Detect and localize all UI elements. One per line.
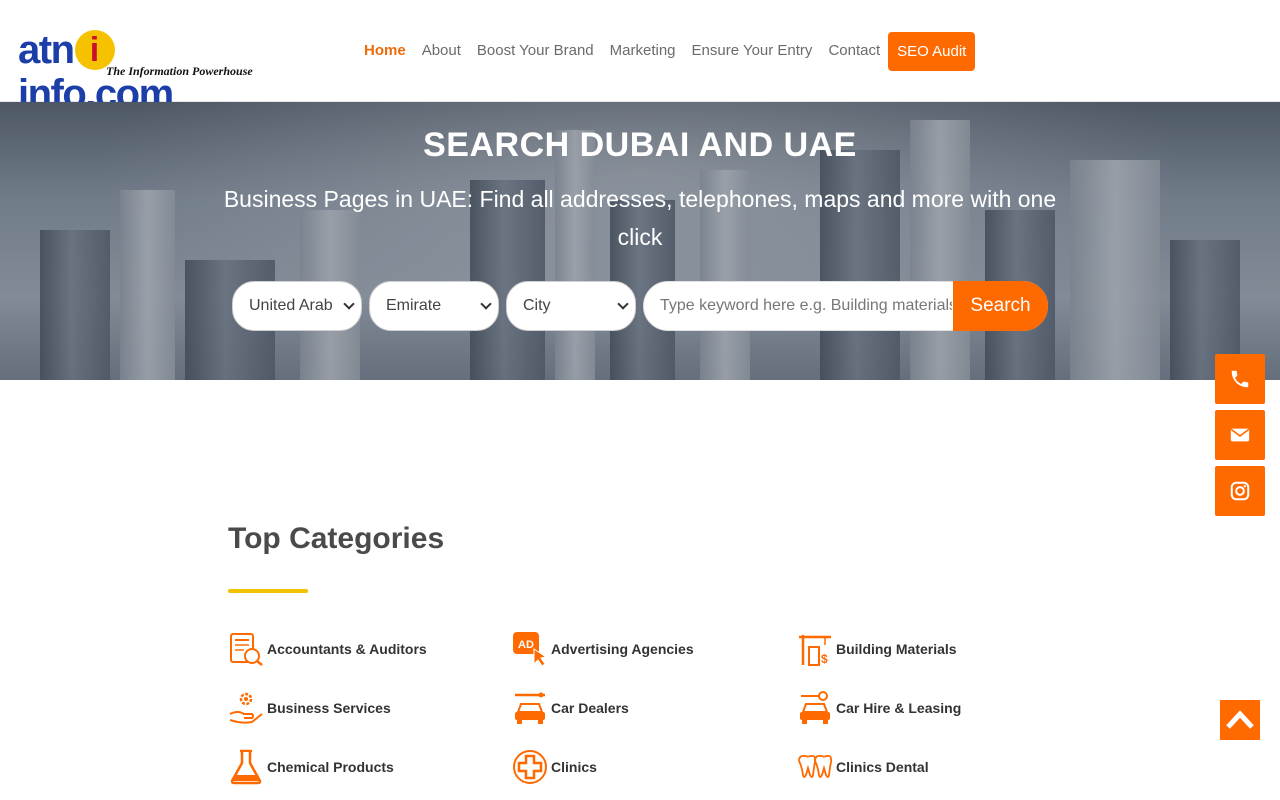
category-label: Clinics xyxy=(551,759,597,775)
car-key-icon xyxy=(800,691,830,724)
city-select[interactable]: City xyxy=(506,281,636,331)
logo-tagline: The Information Powerhouse xyxy=(106,64,253,78)
hero-banner: SEARCH DUBAI AND UAE Business Pages in U… xyxy=(0,102,1280,380)
car-icon xyxy=(515,692,545,724)
category-label: Car Dealers xyxy=(551,700,629,716)
instagram-button[interactable] xyxy=(1215,466,1265,516)
category-label: Building Materials xyxy=(836,641,957,657)
instagram-icon xyxy=(1230,481,1250,501)
call-button[interactable] xyxy=(1215,354,1265,404)
category-label: Car Hire & Leasing xyxy=(836,700,962,716)
flask-icon xyxy=(230,749,262,785)
category-chemical-products[interactable]: Chemical Products xyxy=(228,749,394,785)
svg-text:AD: AD xyxy=(518,639,534,651)
crane-icon: $ xyxy=(799,635,831,666)
category-label: Accountants & Auditors xyxy=(267,641,427,657)
nav-marketing[interactable]: Marketing xyxy=(602,31,684,71)
site-header: atn iinfo.com The Information Powerhouse … xyxy=(0,0,1280,116)
hero-title: SEARCH DUBAI AND UAE xyxy=(423,126,857,164)
category-accountants-auditors[interactable]: Accountants & Auditors xyxy=(228,631,427,667)
nav-ensure-your-entry[interactable]: Ensure Your Entry xyxy=(684,31,821,71)
nav-contact[interactable]: Contact xyxy=(820,31,888,71)
phone-icon xyxy=(1231,370,1249,388)
back-to-top-button[interactable] xyxy=(1220,700,1260,740)
country-select[interactable]: United Arab xyxy=(232,281,362,331)
email-icon xyxy=(1230,428,1250,442)
top-categories-heading: Top Categories xyxy=(228,522,445,555)
medical-cross-icon xyxy=(513,750,547,784)
nav-home[interactable]: Home xyxy=(356,31,414,71)
hand-gear-icon xyxy=(229,692,263,724)
accounting-icon xyxy=(230,633,263,666)
category-label: Business Services xyxy=(267,700,391,716)
nav-boost-your-brand[interactable]: Boost Your Brand xyxy=(469,31,602,71)
category-building-materials[interactable]: $ Building Materials xyxy=(797,631,957,667)
chevron-down-icon xyxy=(343,298,355,310)
search-placeholder: Type keyword here e.g. Building material… xyxy=(660,297,952,314)
chevron-down-icon xyxy=(617,298,629,310)
chevron-up-icon xyxy=(1226,710,1254,729)
seo-audit-button[interactable]: SEO Audit xyxy=(888,31,976,71)
site-logo[interactable]: atn iinfo.com The Information Powerhouse xyxy=(18,28,258,116)
category-clinics-dental[interactable]: Clinics Dental xyxy=(797,749,929,785)
svg-text:$: $ xyxy=(821,652,828,666)
category-car-dealers[interactable]: Car Dealers xyxy=(512,690,629,726)
chevron-down-icon xyxy=(480,298,492,310)
category-label: Chemical Products xyxy=(267,759,394,775)
category-car-hire-leasing[interactable]: Car Hire & Leasing xyxy=(797,690,961,726)
category-clinics[interactable]: Clinics xyxy=(512,749,597,785)
category-business-services[interactable]: Business Services xyxy=(228,690,391,726)
nav-about[interactable]: About xyxy=(414,31,469,71)
email-button[interactable] xyxy=(1215,410,1265,460)
hero-subtitle: Business Pages in UAE: Find all addresse… xyxy=(223,186,1057,250)
search-button[interactable]: Search xyxy=(953,281,1048,331)
category-advertising-agencies[interactable]: AD Advertising Agencies xyxy=(512,631,694,667)
category-label: Clinics Dental xyxy=(836,759,929,775)
category-label: Advertising Agencies xyxy=(551,641,694,657)
emirate-select[interactable]: Emirate xyxy=(369,281,499,331)
main-nav: Home About Boost Your Brand Marketing En… xyxy=(356,31,976,71)
tooth-icon xyxy=(798,754,833,778)
heading-underline xyxy=(228,589,308,593)
advertising-icon: AD xyxy=(513,632,548,667)
